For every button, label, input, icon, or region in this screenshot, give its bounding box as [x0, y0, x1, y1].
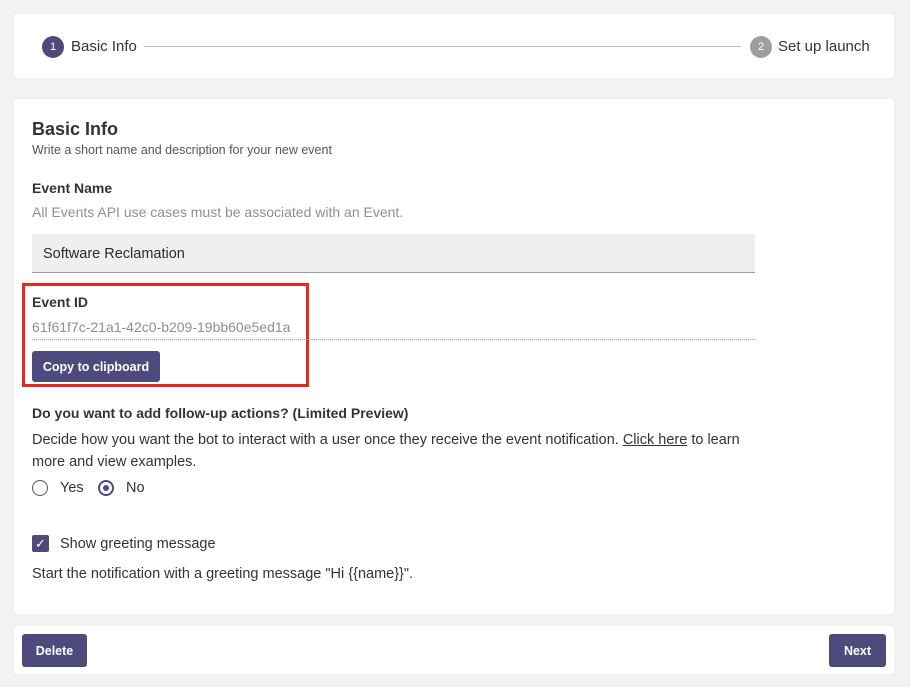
followup-label: Do you want to add follow-up actions? (L…: [32, 405, 409, 421]
step-1-label: Basic Info: [71, 38, 137, 55]
event-id-label: Event ID: [32, 294, 89, 310]
next-button[interactable]: Next: [829, 634, 886, 667]
basic-info-form: Basic Info Write a short name and descri…: [14, 99, 894, 614]
followup-description: Decide how you want the bot to interact …: [32, 429, 772, 473]
show-greeting-label: Show greeting message: [60, 536, 216, 552]
followup-desc-after: to learn: [691, 432, 740, 448]
click-here-link[interactable]: Click here: [623, 432, 687, 448]
radio-no[interactable]: [98, 480, 114, 496]
event-name-value: Software Reclamation: [43, 246, 185, 262]
followup-desc-line2: more and view examples.: [32, 454, 197, 470]
event-id-value: 61f61f7c-21a1-42c0-b209-19bb60e5ed1a: [32, 319, 291, 335]
radio-yes-label: Yes: [60, 480, 84, 496]
event-name-help: All Events API use cases must be associa…: [32, 204, 404, 220]
step-2-label: Set up launch: [778, 38, 870, 55]
radio-no-label: No: [126, 480, 145, 496]
event-id-underline: [32, 339, 755, 340]
greeting-description: Start the notification with a greeting m…: [32, 566, 414, 582]
checkmark-icon: ✓: [35, 536, 46, 551]
followup-desc-before: Decide how you want the bot to interact …: [32, 432, 619, 448]
step-2-number: 2: [750, 36, 772, 58]
delete-button[interactable]: Delete: [22, 634, 87, 667]
event-name-label: Event Name: [32, 180, 113, 196]
radio-yes[interactable]: [32, 480, 48, 496]
section-subtitle: Write a short name and description for y…: [32, 143, 332, 157]
section-title: Basic Info: [32, 119, 119, 139]
footer-bar: Delete Next: [14, 626, 894, 674]
stepper: 1 Basic Info 2 Set up launch: [14, 14, 894, 78]
copy-to-clipboard-button[interactable]: Copy to clipboard: [32, 351, 160, 382]
event-name-input[interactable]: Software Reclamation: [32, 234, 755, 273]
stepper-connector: [144, 46, 741, 47]
step-1-number: 1: [42, 36, 64, 58]
show-greeting-checkbox[interactable]: ✓: [32, 535, 49, 552]
